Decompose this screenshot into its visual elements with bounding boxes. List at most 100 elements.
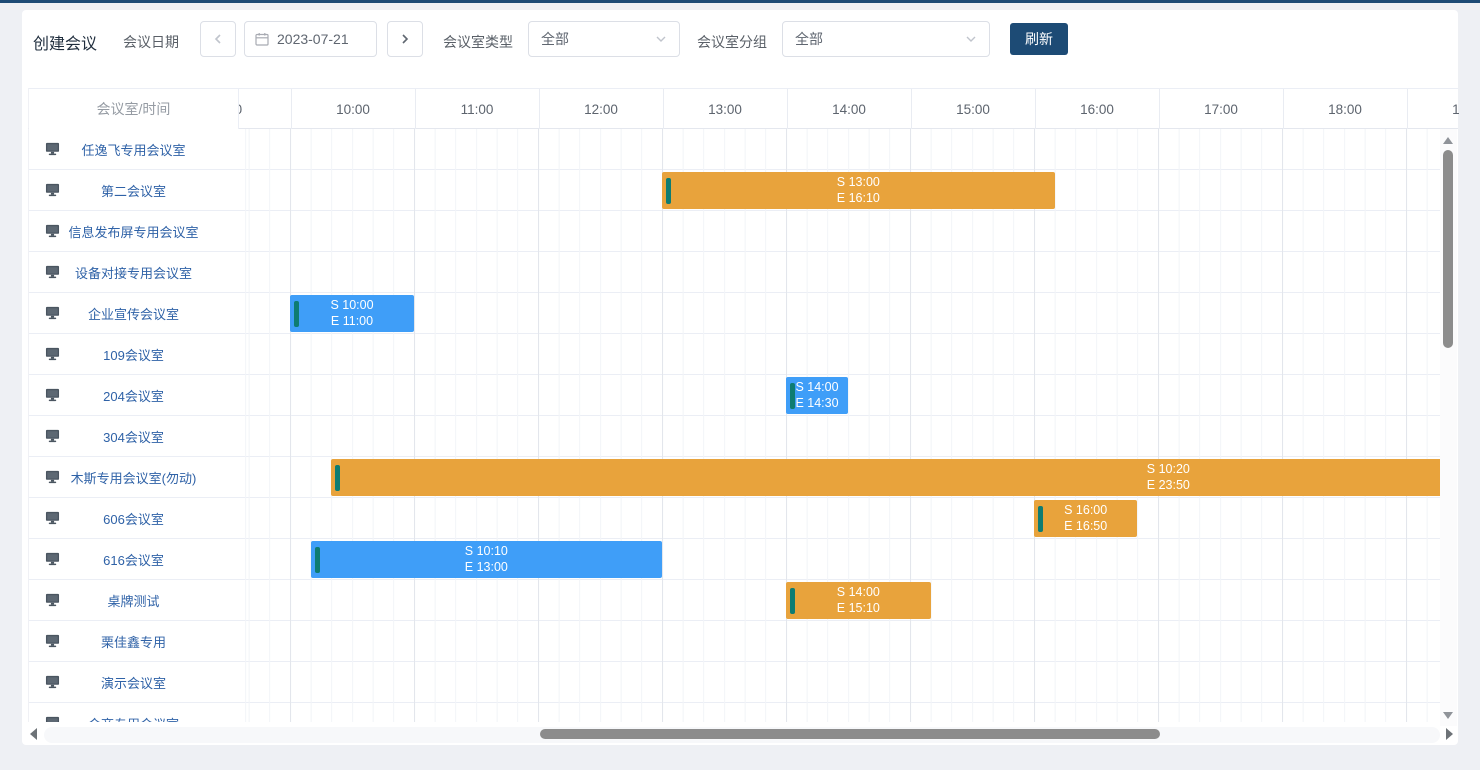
schedule-header: 会议室/时间 9:0010:0011:0012:0013:0014:0015:0… [28, 88, 1458, 129]
room-type-select[interactable]: 全部 [528, 21, 680, 57]
meeting-event-bar[interactable]: S 16:00E 16:50 [1034, 500, 1137, 537]
room-group-value: 全部 [795, 29, 823, 49]
room-name-link[interactable]: 第二会议室 [101, 181, 166, 200]
room-row: 栗佳鑫专用 [29, 621, 238, 662]
time-axis-label: 9:00 [239, 89, 291, 129]
vertical-scrollbar-track[interactable] [1440, 129, 1457, 726]
monitor-icon [45, 675, 60, 689]
monitor-icon [45, 183, 60, 197]
room-name-link[interactable]: 栗佳鑫专用 [101, 632, 166, 651]
monitor-icon [45, 593, 60, 607]
room-name-link[interactable]: 会商专用会议室 [88, 714, 179, 723]
meeting-event-bar[interactable]: S 13:00E 16:10 [662, 172, 1055, 209]
event-time-label: S 10:00E 11:00 [290, 297, 414, 329]
room-row: 设备对接专用会议室 [29, 252, 238, 293]
room-type-value: 全部 [541, 29, 569, 49]
room-name-link[interactable]: 616会议室 [103, 550, 164, 569]
monitor-icon [45, 142, 60, 156]
room-name-link[interactable]: 桌牌测试 [107, 591, 159, 610]
scroll-down-arrow-icon[interactable] [1443, 712, 1453, 719]
time-axis: 9:0010:0011:0012:0013:0014:0015:0016:001… [239, 89, 1459, 129]
scroll-left-arrow-icon[interactable] [30, 728, 37, 740]
room-type-label: 会议室类型 [443, 32, 513, 52]
meeting-schedule-page: 创建会议 会议日期 2023-07-21 会议室类型 全部 会议室分组 全部 [0, 0, 1480, 770]
room-row: 企业宣传会议室 [29, 293, 238, 334]
room-name-link[interactable]: 信息发布屏专用会议室 [68, 222, 198, 241]
time-axis-label: 12:00 [539, 89, 663, 129]
time-axis-label: 11:00 [415, 89, 539, 129]
prev-day-button[interactable] [200, 21, 236, 57]
event-time-label: S 14:00E 15:10 [786, 584, 931, 616]
room-row: 会商专用会议室 [29, 703, 238, 722]
horizontal-scrollbar-thumb[interactable] [540, 729, 1160, 739]
date-picker-input[interactable]: 2023-07-21 [244, 21, 377, 57]
room-name-link[interactable]: 企业宣传会议室 [88, 304, 179, 323]
next-day-button[interactable] [387, 21, 423, 57]
room-row: 信息发布屏专用会议室 [29, 211, 238, 252]
monitor-icon [45, 716, 60, 722]
monitor-icon [45, 511, 60, 525]
calendar-icon [255, 32, 269, 46]
room-name-link[interactable]: 304会议室 [103, 427, 164, 446]
schedule-grid[interactable]: S 13:00E 16:10 S 10:00E 11:00 S 14:00E 14:… [238, 129, 1440, 722]
time-axis-label: 17:00 [1159, 89, 1283, 129]
room-name-link[interactable]: 204会议室 [103, 386, 164, 405]
room-name-link[interactable]: 任逸飞专用会议室 [81, 140, 185, 159]
time-axis-label: 13:00 [663, 89, 787, 129]
time-axis-label: 19:00 [1407, 89, 1459, 129]
monitor-icon [45, 470, 60, 484]
meeting-event-bar[interactable]: S 14:00E 14:30 [786, 377, 848, 414]
monitor-icon [45, 429, 60, 443]
monitor-icon [45, 634, 60, 648]
chevron-down-icon [965, 33, 977, 45]
room-row: 616会议室 [29, 539, 238, 580]
meeting-event-bar[interactable]: S 10:10E 13:00 [311, 541, 662, 578]
room-row: 木斯专用会议室(勿动) [29, 457, 238, 498]
vertical-scrollbar-thumb[interactable] [1443, 150, 1453, 348]
room-name-link[interactable]: 木斯专用会议室(勿动) [71, 468, 197, 487]
chevron-down-icon [655, 33, 667, 45]
event-time-label: S 14:00E 14:30 [786, 379, 848, 411]
room-row: 304会议室 [29, 416, 238, 457]
room-name-link[interactable]: 606会议室 [103, 509, 164, 528]
room-row: 204会议室 [29, 375, 238, 416]
room-name-link[interactable]: 设备对接专用会议室 [75, 263, 192, 282]
time-axis-label: 14:00 [787, 89, 911, 129]
meeting-event-bar[interactable]: S 10:20E 23:50 [331, 459, 1440, 496]
create-meeting-button[interactable]: 创建会议 [33, 30, 97, 54]
room-group-select[interactable]: 全部 [782, 21, 990, 57]
monitor-icon [45, 552, 60, 566]
chevron-left-icon [213, 34, 223, 44]
monitor-icon [45, 388, 60, 402]
event-time-label: S 10:20E 23:50 [331, 461, 1440, 493]
monitor-icon [45, 265, 60, 279]
monitor-icon [45, 347, 60, 361]
room-row: 第二会议室 [29, 170, 238, 211]
time-axis-label: 10:00 [291, 89, 415, 129]
refresh-button[interactable]: 刷新 [1010, 23, 1068, 55]
room-row: 演示会议室 [29, 662, 238, 703]
scroll-up-arrow-icon[interactable] [1443, 137, 1453, 144]
corner-header-cell: 会议室/时间 [29, 89, 239, 129]
meeting-date-label: 会议日期 [123, 32, 179, 52]
event-time-label: S 16:00E 16:50 [1034, 502, 1137, 534]
time-axis-label: 18:00 [1283, 89, 1407, 129]
room-name-link[interactable]: 109会议室 [103, 345, 164, 364]
room-row: 109会议室 [29, 334, 238, 375]
meeting-event-bar[interactable]: S 14:00E 15:10 [786, 582, 931, 619]
monitor-icon [45, 224, 60, 238]
meeting-event-bar[interactable]: S 10:00E 11:00 [290, 295, 414, 332]
room-row: 桌牌测试 [29, 580, 238, 621]
time-axis-label: 15:00 [911, 89, 1035, 129]
room-name-link[interactable]: 演示会议室 [101, 673, 166, 692]
time-axis-label: 16:00 [1035, 89, 1159, 129]
monitor-icon [45, 306, 60, 320]
room-group-label: 会议室分组 [697, 32, 767, 52]
room-row: 任逸飞专用会议室 [29, 129, 238, 170]
room-list-column: 任逸飞专用会议室第二会议室信息发布屏专用会议室设备对接专用会议室企业宣传会议室 1… [28, 129, 238, 722]
event-time-label: S 13:00E 16:10 [662, 174, 1055, 206]
scroll-right-arrow-icon[interactable] [1446, 728, 1453, 740]
chevron-right-icon [400, 34, 410, 44]
room-row: 606会议室 [29, 498, 238, 539]
date-value: 2023-07-21 [277, 31, 349, 47]
